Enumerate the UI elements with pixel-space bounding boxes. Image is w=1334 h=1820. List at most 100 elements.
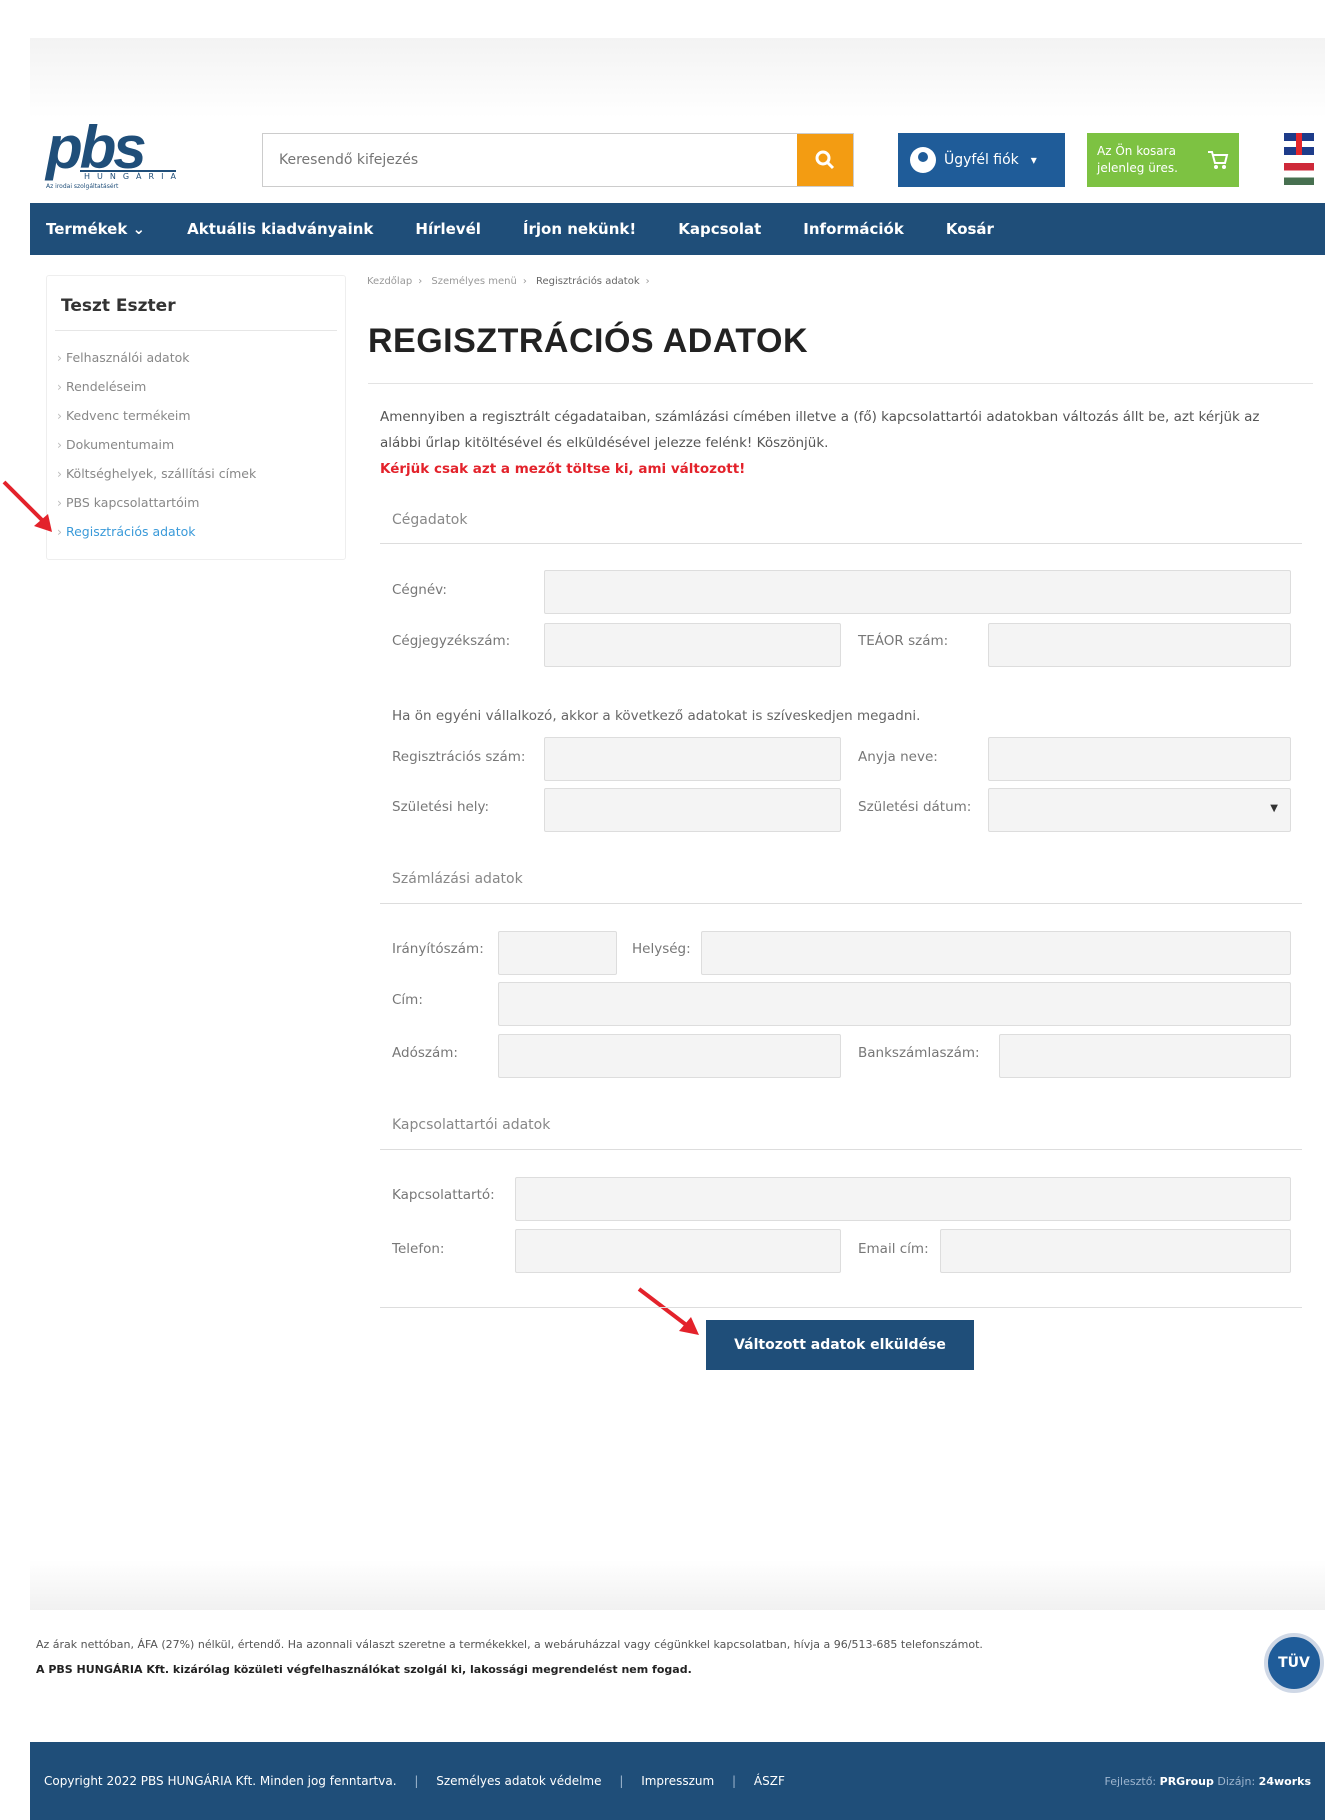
phone-field[interactable] xyxy=(515,1229,841,1273)
sidebar-item-contacts[interactable]: PBS kapcsolattartóim xyxy=(57,488,335,517)
intro-warning: Kérjük csak azt a mezőt töltse ki, ami v… xyxy=(380,461,746,477)
company-name-label: Cégnév: xyxy=(392,582,447,598)
account-label: Ügyfél fiók xyxy=(944,152,1019,168)
search-button[interactable] xyxy=(797,134,853,186)
account-sidebar: Teszt Eszter Felhasználói adatok Rendelé… xyxy=(46,275,346,560)
footer-background xyxy=(30,1560,1325,1610)
tuv-badge: TÜV xyxy=(1264,1633,1324,1693)
breadcrumb: Kezdőlap › Személyes menü › Regisztrációs … xyxy=(367,276,650,287)
nav-item-contact[interactable]: Kapcsolat xyxy=(678,220,761,238)
breadcrumb-personal-menu[interactable]: Személyes menü xyxy=(431,276,516,287)
footer-info: Az árak nettóban, ÁFA (27%) nélkül, érte… xyxy=(36,1632,1236,1682)
intro-paragraph: Amennyiben a regisztrált cégadataiban, s… xyxy=(380,409,1260,451)
dropdown-arrow-icon: ▼ xyxy=(1270,803,1278,814)
reg-number-field[interactable] xyxy=(544,623,841,667)
company-name-field[interactable] xyxy=(544,570,1291,614)
design-name[interactable]: 24works xyxy=(1259,1775,1311,1788)
footer-info-text: Az árak nettóban, ÁFA (27%) nélkül, érte… xyxy=(36,1638,983,1651)
mother-name-field[interactable] xyxy=(988,737,1291,781)
divider xyxy=(368,383,1313,384)
header-background xyxy=(30,38,1325,118)
account-button[interactable]: Ügyfél fiók ▾ xyxy=(898,133,1065,187)
nav-item-info[interactable]: Információk xyxy=(803,220,904,238)
user-icon xyxy=(910,147,936,173)
reg-number-label: Cégjegyzékszám: xyxy=(392,633,511,649)
chevron-down-icon: ▾ xyxy=(1030,153,1037,167)
nav-item-publications[interactable]: Aktuális kiadványaink xyxy=(187,220,373,238)
cart-icon xyxy=(1208,151,1229,169)
birth-date-field[interactable]: ▼ xyxy=(988,788,1291,832)
zip-label: Irányítószám: xyxy=(392,941,484,957)
email-field[interactable] xyxy=(940,1229,1291,1273)
dev-label: Fejlesztő: xyxy=(1104,1774,1157,1788)
sole-trader-note: Ha ön egyéni vállalkozó, akkor a követke… xyxy=(392,708,921,724)
nav-item-newsletter[interactable]: Hírlevél xyxy=(415,220,481,238)
address-field[interactable] xyxy=(498,982,1291,1026)
hungarian-flag-icon[interactable] xyxy=(1284,163,1314,185)
cart-button[interactable]: Az Ön kosara jelenleg üres. xyxy=(1087,133,1239,187)
section-title-contact: Kapcsolattartói adatok xyxy=(392,1117,551,1133)
sidebar-item-favorites[interactable]: Kedvenc termékeim xyxy=(57,401,335,430)
english-flag-icon[interactable] xyxy=(1284,133,1314,155)
birth-place-label: Születési hely: xyxy=(392,799,490,815)
footer-bar: Copyright 2022 PBS HUNGÁRIA Kft. Minden … xyxy=(30,1742,1325,1820)
phone-label: Telefon: xyxy=(392,1241,445,1257)
divider xyxy=(380,1149,1302,1150)
sidebar-item-documents[interactable]: Dokumentumaim xyxy=(57,430,335,459)
cart-status: Az Ön kosara jelenleg üres. xyxy=(1097,144,1178,175)
design-label: Dizájn: xyxy=(1217,1774,1256,1788)
search-input[interactable] xyxy=(263,134,797,186)
nav-item-cart[interactable]: Kosár xyxy=(946,220,994,238)
contact-person-field[interactable] xyxy=(515,1177,1291,1221)
footer-copyright: Copyright 2022 PBS HUNGÁRIA Kft. Minden … xyxy=(44,1774,397,1788)
footer-credits: Fejlesztő: PRGroup Dizájn: 24works xyxy=(1105,1775,1312,1788)
sidebar-item-registration[interactable]: Regisztrációs adatok xyxy=(57,517,335,546)
tax-no-field[interactable] xyxy=(498,1034,841,1078)
city-label: Helység: xyxy=(632,941,691,957)
teaor-label: TEÁOR szám: xyxy=(858,633,949,649)
tax-no-label: Adószám: xyxy=(392,1045,458,1061)
nav-item-products[interactable]: Termékek ⌄ xyxy=(46,220,145,238)
logo-subtext: HUNGÁRIA xyxy=(80,170,176,181)
divider xyxy=(380,543,1302,544)
nav-item-write-us[interactable]: Írjon nekünk! xyxy=(523,220,636,238)
bank-account-field[interactable] xyxy=(999,1034,1291,1078)
sidebar-item-orders[interactable]: Rendeléseim xyxy=(57,372,335,401)
email-label: Email cím: xyxy=(858,1241,929,1257)
main-nav: Termékek ⌄ Aktuális kiadványaink Hírlevé… xyxy=(30,203,1325,255)
footer-link-privacy[interactable]: Személyes adatok védelme xyxy=(436,1774,601,1788)
breadcrumb-current: Regisztrációs adatok xyxy=(536,276,640,287)
address-label: Cím: xyxy=(392,992,423,1008)
divider xyxy=(380,903,1302,904)
page-title: REGISZTRÁCIÓS ADATOK xyxy=(368,322,809,360)
footer-link-terms[interactable]: ÁSZF xyxy=(754,1774,785,1788)
contact-person-label: Kapcsolattartó: xyxy=(392,1187,495,1203)
dev-name[interactable]: PRGroup xyxy=(1160,1775,1214,1788)
reg-no-field[interactable] xyxy=(544,737,841,781)
footer-link-imprint[interactable]: Impresszum xyxy=(641,1774,714,1788)
city-field[interactable] xyxy=(701,931,1291,975)
logo-text: pbs xyxy=(46,114,147,181)
birth-date-label: Születési dátum: xyxy=(858,799,972,815)
bank-account-label: Bankszámlaszám: xyxy=(858,1045,980,1061)
search-icon xyxy=(815,150,835,170)
submit-button[interactable]: Változott adatok elküldése xyxy=(706,1320,974,1370)
search-bar xyxy=(262,133,854,187)
pbs-logo[interactable]: pbs HUNGÁRIA Az irodai szolgáltatásért xyxy=(46,114,181,194)
reg-no-label: Regisztrációs szám: xyxy=(392,749,526,765)
mother-name-label: Anyja neve: xyxy=(858,749,938,765)
birth-place-field[interactable] xyxy=(544,788,841,832)
breadcrumb-home[interactable]: Kezdőlap xyxy=(367,276,412,287)
logo-tagline: Az irodai szolgáltatásért xyxy=(46,183,119,190)
sidebar-item-user-data[interactable]: Felhasználói adatok xyxy=(57,343,335,372)
sidebar-item-cost-centers[interactable]: Költséghelyek, szállítási címek xyxy=(57,459,335,488)
language-switcher xyxy=(1284,133,1314,187)
section-title-billing: Számlázási adatok xyxy=(392,871,523,887)
intro-text: Amennyiben a regisztrált cégadataiban, s… xyxy=(380,404,1300,482)
zip-field[interactable] xyxy=(498,931,617,975)
section-title-company: Cégadatok xyxy=(392,512,468,528)
teaor-field[interactable] xyxy=(988,623,1291,667)
divider xyxy=(380,1307,1302,1308)
footer-notice: A PBS HUNGÁRIA Kft. kizárólag közületi v… xyxy=(36,1663,692,1676)
red-arrow-annotation xyxy=(2,480,52,532)
